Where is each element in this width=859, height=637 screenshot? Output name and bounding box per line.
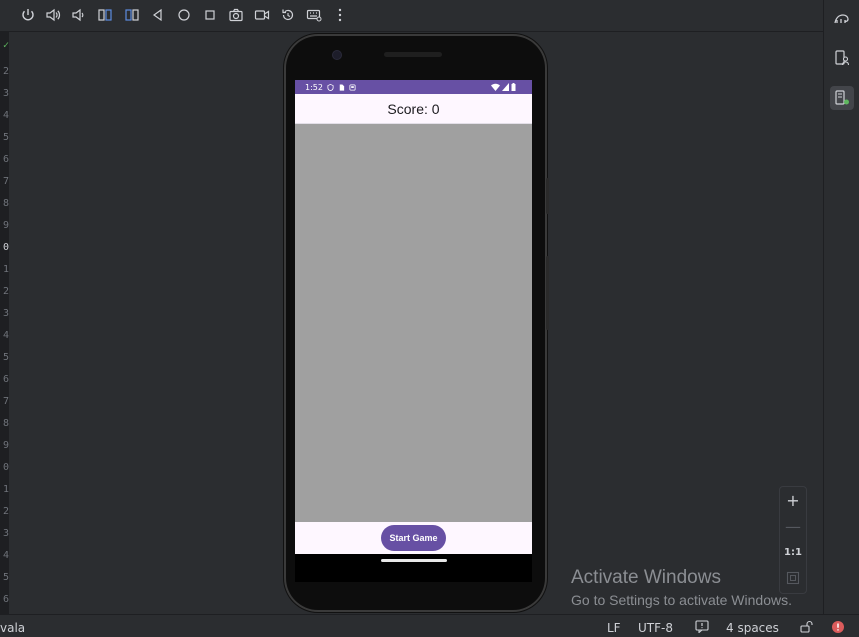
- running-devices-tool-button[interactable]: [830, 86, 854, 110]
- line-number: 8: [2, 198, 9, 209]
- fit-screen-icon: [786, 571, 800, 585]
- line-number: 5: [2, 352, 9, 363]
- encoding-selector[interactable]: UTF-8: [638, 621, 673, 635]
- device-manager-icon: [835, 50, 850, 66]
- line-number: 7: [2, 176, 9, 187]
- status-time: 1:52: [305, 82, 323, 92]
- bottom-bar: Start Game: [295, 522, 532, 554]
- unlock-icon: [800, 620, 813, 633]
- home-icon[interactable]: [176, 7, 192, 23]
- line-number: 7: [2, 396, 9, 407]
- emulator-toolbar: [0, 0, 823, 32]
- device-frame: 1:52 Score: 0 Start Game: [284, 34, 549, 612]
- gutter-check-icon: ✓: [2, 40, 9, 51]
- zoom-in-button[interactable]: +: [780, 488, 806, 512]
- device-screen[interactable]: 1:52 Score: 0 Start Game: [295, 80, 532, 554]
- back-icon[interactable]: [150, 7, 166, 23]
- score-label: Score: 0: [387, 100, 440, 117]
- line-number: 0: [2, 462, 9, 473]
- shield-icon: [327, 83, 334, 91]
- zoom-controls: + — 1:1: [779, 486, 807, 594]
- front-camera: [332, 50, 342, 60]
- gradle-tool-button[interactable]: [830, 6, 854, 30]
- power-icon[interactable]: [20, 7, 36, 23]
- line-number: 2: [2, 66, 9, 77]
- line-ending-selector[interactable]: LF: [607, 621, 621, 635]
- line-number: 4: [2, 110, 9, 121]
- more-icon[interactable]: [332, 7, 348, 23]
- line-number: 1: [2, 484, 9, 495]
- line-number: 1: [2, 264, 9, 275]
- activate-windows-title: Activate Windows: [571, 567, 721, 588]
- rotate-left-icon[interactable]: [97, 7, 113, 23]
- rotate-right-icon[interactable]: [124, 7, 140, 23]
- overview-icon[interactable]: [202, 7, 218, 23]
- volume-side-button[interactable]: [546, 256, 549, 330]
- line-number: 3: [2, 308, 9, 319]
- zoom-fit-button[interactable]: [780, 566, 806, 590]
- running-devices-icon: [835, 90, 849, 105]
- wifi-icon: [491, 83, 500, 91]
- start-game-button[interactable]: Start Game: [381, 525, 446, 551]
- gesture-nav-bar: [295, 554, 532, 582]
- line-number: 4: [2, 330, 9, 341]
- volume-down-icon[interactable]: [70, 7, 86, 23]
- comment-icon: [695, 620, 709, 634]
- android-status-bar: 1:52: [295, 80, 532, 94]
- record-icon[interactable]: [254, 7, 270, 23]
- line-number: 5: [2, 572, 9, 583]
- line-number: 6: [2, 594, 9, 605]
- line-number: 2: [2, 506, 9, 517]
- inspection-widget[interactable]: [695, 620, 709, 636]
- power-side-button[interactable]: [546, 178, 549, 214]
- camera-icon[interactable]: [228, 7, 244, 23]
- signal-icon: [502, 83, 509, 91]
- storage-icon: [349, 83, 356, 91]
- indent-selector[interactable]: 4 spaces: [726, 621, 779, 635]
- line-number: 3: [2, 88, 9, 99]
- line-number: 9: [2, 220, 9, 231]
- right-tool-strip: [823, 0, 859, 614]
- gradle-icon: [834, 14, 849, 24]
- earpiece-speaker: [384, 52, 442, 57]
- line-number: 6: [2, 154, 9, 165]
- readonly-toggle[interactable]: [800, 620, 814, 636]
- line-number: 4: [2, 550, 9, 561]
- line-number: 9: [2, 440, 9, 451]
- zoom-out-button[interactable]: —: [780, 514, 806, 538]
- code-gutter: ✓ 2 3 4 5 6 7 8 9 0 1 2 3 4 5 6 7 8 9 0 …: [0, 32, 9, 614]
- line-number: 8: [2, 418, 9, 429]
- error-notification[interactable]: [831, 620, 845, 637]
- battery-icon: [511, 83, 516, 91]
- keyboard-icon[interactable]: [306, 7, 322, 23]
- home-gesture-pill[interactable]: [381, 559, 447, 562]
- reset-icon[interactable]: [280, 7, 296, 23]
- score-bar: Score: 0: [295, 94, 532, 124]
- device-manager-tool-button[interactable]: [830, 46, 854, 70]
- breadcrumb-fragment[interactable]: vala: [0, 621, 25, 635]
- line-number: 0: [2, 242, 9, 253]
- sim-icon: [339, 83, 345, 91]
- line-number: 5: [2, 132, 9, 143]
- ide-status-bar: vala LF UTF-8 4 spaces: [0, 614, 859, 637]
- line-number: 2: [2, 286, 9, 297]
- activate-windows-subtitle: Go to Settings to activate Windows.: [571, 592, 792, 608]
- volume-up-icon[interactable]: [45, 7, 61, 23]
- zoom-actual-size-button[interactable]: 1:1: [780, 540, 806, 564]
- game-area[interactable]: [295, 124, 532, 522]
- line-number: 6: [2, 374, 9, 385]
- error-icon: [832, 621, 844, 633]
- line-number: 3: [2, 528, 9, 539]
